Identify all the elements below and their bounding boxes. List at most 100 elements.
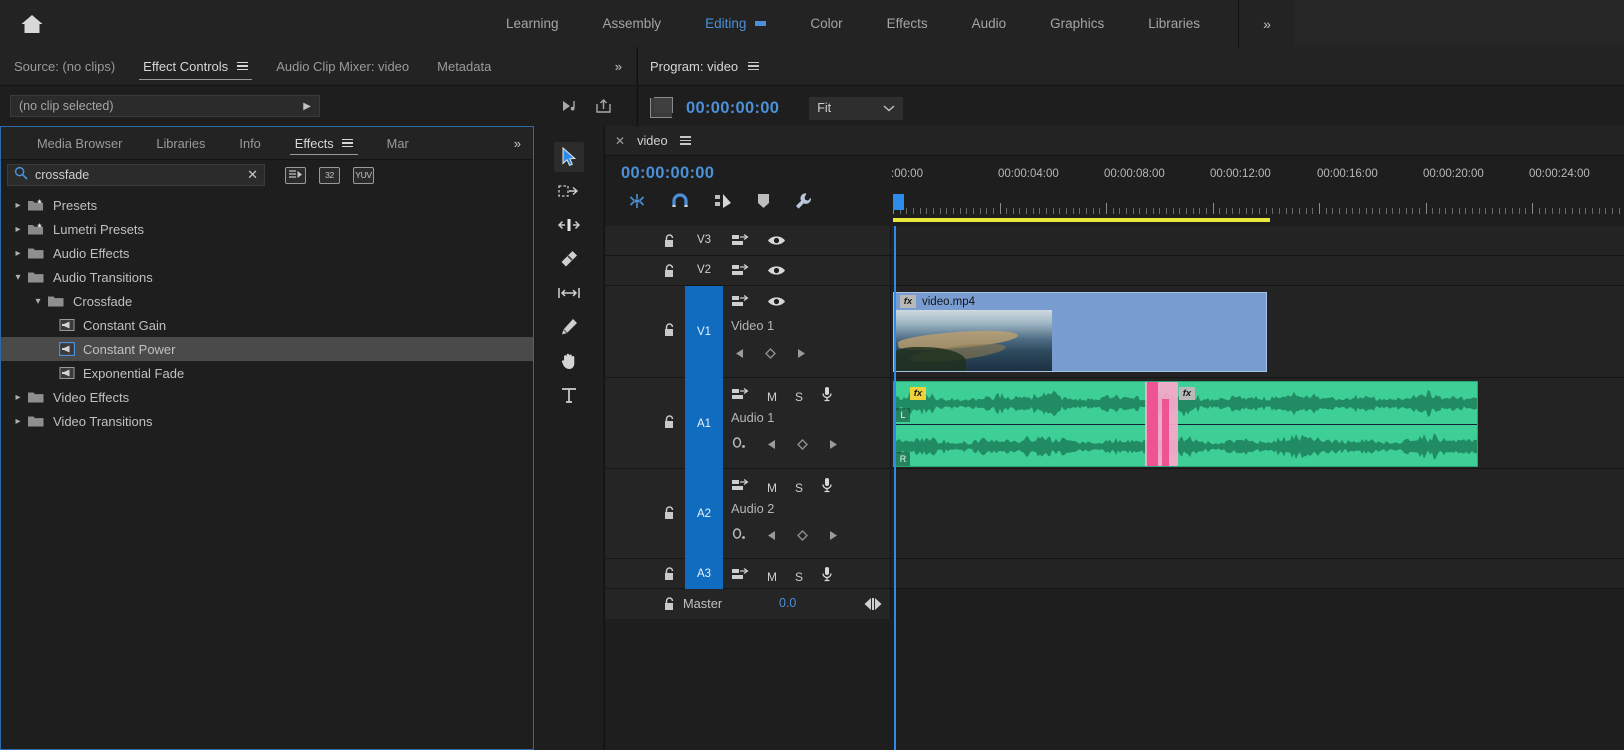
voice-over-record-icon[interactable] [821,566,833,587]
effects-tree-item-video-effects[interactable]: ▸ Video Effects [1,385,533,409]
show-keyframes-icon[interactable] [731,436,747,455]
track-header-a2[interactable]: A2 M S Audio 2 [605,469,891,558]
slip-tool[interactable] [554,278,584,308]
add-keyframe-icon[interactable] [765,346,776,364]
home-button[interactable] [0,0,64,47]
program-timecode[interactable]: 00:00:00:00 [686,99,779,118]
chevron-right-icon[interactable]: ▸ [9,248,27,259]
track-lock-icon[interactable] [663,415,676,430]
workspace-menu-icon[interactable] [755,21,766,26]
solo-track-button[interactable]: S [795,481,803,495]
track-lane-v1[interactable]: fx video.mp4 [891,286,1624,377]
track-lane-a3[interactable] [891,559,1624,588]
track-header-a3[interactable]: A3 M S [605,559,891,588]
type-tool[interactable] [554,380,584,410]
previous-keyframe-icon[interactable] [767,528,777,546]
pen-tool[interactable] [554,312,584,342]
32bit-color-filter-icon[interactable]: 32 [319,167,340,184]
playhead-handle[interactable] [893,194,904,210]
voice-over-record-icon[interactable] [821,477,833,498]
tab-audio-clip-mixer[interactable]: Audio Clip Mixer: video [262,47,423,86]
next-keyframe-icon[interactable] [796,346,806,364]
previous-keyframe-icon[interactable] [767,437,777,455]
timeline-timecode[interactable]: 00:00:00:00 [621,164,714,183]
chevron-down-icon[interactable]: ▾ [9,272,27,283]
mute-track-button[interactable]: M [767,481,777,495]
tab-source[interactable]: Source: (no clips) [0,47,129,86]
show-keyframes-icon[interactable] [731,527,747,546]
track-lane-v3[interactable] [891,226,1624,255]
panel-menu-icon[interactable] [237,62,248,71]
next-keyframe-icon[interactable] [828,437,838,455]
chevron-right-icon[interactable]: ▸ [9,392,27,403]
previous-keyframe-icon[interactable] [735,346,745,364]
program-monitor-title[interactable]: Program: video [650,59,738,74]
add-keyframe-icon[interactable] [797,437,808,455]
track-select-forward-tool[interactable] [554,176,584,206]
toggle-track-output-icon[interactable] [767,264,786,282]
track-number-a1[interactable]: A1 [685,378,723,469]
chevron-right-icon[interactable]: ▸ [9,200,27,211]
track-lock-sync-icon[interactable] [731,263,749,282]
track-header-master[interactable]: Master 0.0 [605,589,891,619]
snap-magnet-icon[interactable] [670,192,690,215]
effects-tree-item-lumetri-presets[interactable]: ▸ Lumetri Presets [1,217,533,241]
track-number-v2[interactable]: V2 [685,264,723,276]
track-lock-icon[interactable] [663,506,676,521]
track-lock-icon[interactable] [663,234,676,249]
track-lock-sync-icon[interactable] [731,233,749,252]
timeline-settings-wrench-icon[interactable] [794,192,813,215]
chevron-right-icon[interactable]: ▸ [9,224,27,235]
solo-track-button[interactable]: S [795,390,803,404]
workspace-tab-libraries[interactable]: Libraries [1126,0,1222,47]
tab-libraries[interactable]: Libraries [139,127,222,160]
zoom-level-dropdown[interactable]: Fit [809,97,903,120]
play-audio-icon[interactable] [562,99,579,118]
track-lock-sync-icon[interactable] [731,387,749,406]
work-area-bar[interactable] [893,218,1270,222]
clear-search-icon[interactable]: ✕ [247,167,258,183]
tab-media-browser[interactable]: Media Browser [1,127,139,160]
panel-menu-icon[interactable] [748,62,759,71]
workspace-tab-learning[interactable]: Learning [484,0,581,47]
track-lock-icon[interactable] [663,597,676,612]
close-icon[interactable]: ✕ [615,134,625,148]
accelerated-effects-filter-icon[interactable] [285,167,306,184]
yuv-color-filter-icon[interactable]: YUV [353,167,374,184]
solo-track-button[interactable]: S [795,570,803,584]
mute-track-button[interactable]: M [767,390,777,404]
effects-tree-item-audio-transitions[interactable]: ▾ Audio Transitions [1,265,533,289]
track-lane-a1[interactable]: L R fx fx [891,378,1624,468]
effects-tree-item-audio-effects[interactable]: ▸ Audio Effects [1,241,533,265]
workspace-tab-graphics[interactable]: Graphics [1028,0,1126,47]
audio-transition-core-2[interactable] [1162,399,1169,467]
effects-tree-item-presets[interactable]: ▸ Presets [1,193,533,217]
tab-markers[interactable]: Mar [370,127,426,160]
panel-menu-icon[interactable] [680,136,691,145]
master-meters-icon[interactable] [863,597,883,616]
toggle-track-output-icon[interactable] [767,295,786,313]
effects-tree-item-constant-power[interactable]: Constant Power [1,337,533,361]
effects-tree-item-crossfade[interactable]: ▾ Crossfade [1,289,533,313]
mute-track-button[interactable]: M [767,570,777,584]
add-keyframe-icon[interactable] [797,528,808,546]
track-lock-icon[interactable] [663,323,676,338]
track-lock-sync-icon[interactable] [731,294,749,313]
video-clip-video-mp4[interactable]: fx video.mp4 [893,292,1267,372]
source-tabs-overflow-button[interactable]: » [601,59,636,74]
tab-effects[interactable]: Effects [278,127,370,160]
track-header-v3[interactable]: V3 [605,226,891,255]
effects-tree-item-video-transitions[interactable]: ▸ Video Transitions [1,409,533,433]
workspace-tab-audio[interactable]: Audio [950,0,1029,47]
track-header-v1[interactable]: V1 Video 1 [605,286,891,377]
effects-tabs-overflow-button[interactable]: » [502,136,533,151]
workspace-tab-assembly[interactable]: Assembly [581,0,684,47]
export-frame-icon[interactable] [595,98,612,119]
chevron-right-icon[interactable]: ▸ [9,416,27,427]
razor-tool[interactable] [554,244,584,274]
effects-tree-item-constant-gain[interactable]: Constant Gain [1,313,533,337]
clip-selector-dropdown[interactable]: (no clip selected) ▶ [10,95,320,117]
voice-over-record-icon[interactable] [821,386,833,407]
panel-menu-icon[interactable] [342,139,353,148]
tab-info[interactable]: Info [222,127,277,160]
